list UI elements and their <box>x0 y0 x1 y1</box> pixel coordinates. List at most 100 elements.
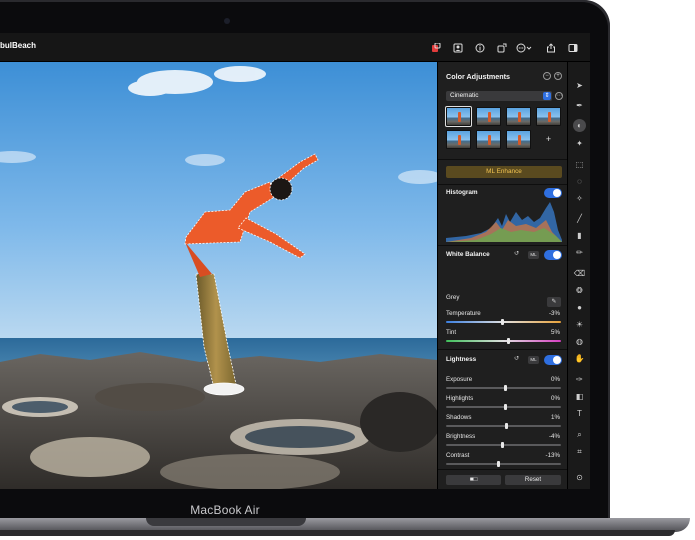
base-notch <box>146 518 306 526</box>
burn-icon[interactable]: ◍ <box>574 336 585 347</box>
exposure-knob[interactable] <box>503 385 507 391</box>
text-tool-icon[interactable]: T <box>574 408 585 419</box>
preset-thumbnail[interactable] <box>506 130 531 149</box>
preset-thumbnail[interactable] <box>446 130 471 149</box>
clone-icon[interactable]: ❂ <box>574 285 585 296</box>
shadows-value: 1% <box>551 414 560 421</box>
histogram-label: Histogram <box>446 189 478 196</box>
preset-select[interactable]: Cinematic ⇕ <box>446 91 552 101</box>
ml-enhance-button[interactable]: ML Enhance <box>446 166 562 178</box>
brightness-label: Brightness <box>446 433 476 440</box>
brush-icon[interactable]: ╱ <box>574 213 585 224</box>
app-window: bulBeach Color Adjustments − + Cinematic… <box>0 33 590 489</box>
tool-strip: ➤ ✒ ◐ ✦ ⬚ ◌ ✧ ╱ ▮ ✏ ⌫ ❂ ● ☀ ◍ ✋ ✑ ◧ T ⌕ … <box>567 62 590 489</box>
sidebar-toggle-icon[interactable] <box>567 42 578 53</box>
contrast-slider[interactable] <box>446 461 561 467</box>
divider <box>438 245 568 246</box>
eyedropper-icon[interactable]: ✎ <box>547 297 561 307</box>
exposure-slider[interactable] <box>446 385 561 391</box>
shapes-icon[interactable]: ◧ <box>574 391 585 402</box>
info-icon[interactable] <box>474 42 485 53</box>
preset-thumbnail[interactable] <box>445 106 472 127</box>
lightness-ml-chip[interactable]: ML <box>528 356 539 364</box>
lightness-toggle[interactable] <box>544 355 562 365</box>
split-compare-icon: ■□ <box>469 476 478 483</box>
add-adjustment-icon[interactable]: + <box>554 72 562 80</box>
highlights-label: Highlights <box>446 395 474 402</box>
eraser-icon[interactable]: ⌫ <box>574 268 585 279</box>
color-adjustments-panel: Color Adjustments − + Cinematic ⇕ ⋯ + ML… <box>437 62 568 489</box>
chevron-updown-icon: ⇕ <box>543 92 551 100</box>
white-balance-toggle[interactable] <box>544 250 562 260</box>
reset-section-icon[interactable]: ↺ <box>514 355 519 362</box>
contrast-knob[interactable] <box>496 461 500 467</box>
laptop-base-shadow <box>0 530 675 536</box>
smudge-icon[interactable]: ✋ <box>574 353 585 364</box>
brightness-value: -4% <box>548 433 560 440</box>
bucket-icon[interactable]: ▮ <box>574 230 585 241</box>
divider <box>438 159 568 160</box>
sky <box>0 62 437 338</box>
exposure-label: Exposure <box>446 376 473 383</box>
temperature-value: -3% <box>548 310 560 317</box>
pencil-icon[interactable]: ✏ <box>574 247 585 258</box>
adjust-color-icon[interactable]: ◐ <box>573 119 586 132</box>
histogram-toggle[interactable] <box>544 188 562 198</box>
pointer-icon[interactable]: ➤ <box>574 80 585 91</box>
add-preset-icon[interactable]: + <box>536 130 561 149</box>
grey-label: Grey <box>446 294 460 301</box>
compare-button[interactable]: ■□ <box>446 475 501 485</box>
panel-footer: ■□ Reset <box>438 469 568 489</box>
temperature-knob[interactable] <box>501 319 505 325</box>
highlights-knob[interactable] <box>503 404 507 410</box>
camera-icon <box>224 18 230 24</box>
more-icon[interactable]: ⋯ <box>555 92 563 100</box>
shadows-knob[interactable] <box>504 423 508 429</box>
quick-actions-icon[interactable] <box>430 42 441 53</box>
zoom-icon[interactable]: ⌕ <box>574 429 585 440</box>
divider <box>438 349 568 350</box>
share-icon[interactable] <box>545 42 556 53</box>
product-shot: bulBeach Color Adjustments − + Cinematic… <box>0 0 695 540</box>
vector-pen-icon[interactable]: ✑ <box>574 374 585 385</box>
reset-button[interactable]: Reset <box>505 475 561 485</box>
photo-canvas[interactable] <box>0 62 437 489</box>
tint-slider[interactable] <box>446 338 561 344</box>
shadows-slider[interactable] <box>446 423 561 429</box>
tint-label: Tint <box>446 329 457 336</box>
more-options-icon[interactable] <box>515 42 533 53</box>
highlights-slider[interactable] <box>446 404 561 410</box>
divider <box>438 184 568 185</box>
preset-thumbnail[interactable] <box>536 107 561 126</box>
temperature-slider[interactable] <box>446 319 561 325</box>
collapse-icon[interactable]: − <box>543 72 551 80</box>
contrast-value: -13% <box>545 452 560 459</box>
dodge-icon[interactable]: ☀ <box>574 319 585 330</box>
preset-thumbnail[interactable] <box>476 107 501 126</box>
reset-section-icon[interactable]: ↺ <box>514 250 519 257</box>
crop-icon[interactable]: ⌗ <box>574 446 585 457</box>
person-icon[interactable] <box>452 42 463 53</box>
document-title: bulBeach <box>0 41 37 50</box>
marquee-icon[interactable]: ⬚ <box>574 159 585 170</box>
preset-value: Cinematic <box>450 92 479 99</box>
shadows-label: Shadows <box>446 414 472 421</box>
white-balance-label: White Balance <box>446 251 490 258</box>
white-balance-ml-chip[interactable]: ML <box>528 251 539 259</box>
magic-wand-icon[interactable]: ✧ <box>574 193 585 204</box>
blur-icon[interactable]: ● <box>574 302 585 313</box>
brightness-knob[interactable] <box>501 442 505 448</box>
tint-knob[interactable] <box>506 338 510 344</box>
preset-thumbnail[interactable] <box>476 130 501 149</box>
histogram-graph <box>446 202 562 242</box>
preset-thumbnail[interactable] <box>506 107 531 126</box>
brightness-slider[interactable] <box>446 442 561 448</box>
pen-tool-icon[interactable]: ✒ <box>574 100 585 111</box>
lasso-icon[interactable]: ◌ <box>574 176 585 187</box>
exposure-value: 0% <box>551 376 560 383</box>
effects-icon[interactable]: ✦ <box>574 138 585 149</box>
more-tools-icon[interactable]: ⊙ <box>574 472 585 483</box>
crop-export-icon[interactable] <box>496 42 507 53</box>
temperature-label: Temperature <box>446 310 481 317</box>
tint-value: 5% <box>551 329 560 336</box>
